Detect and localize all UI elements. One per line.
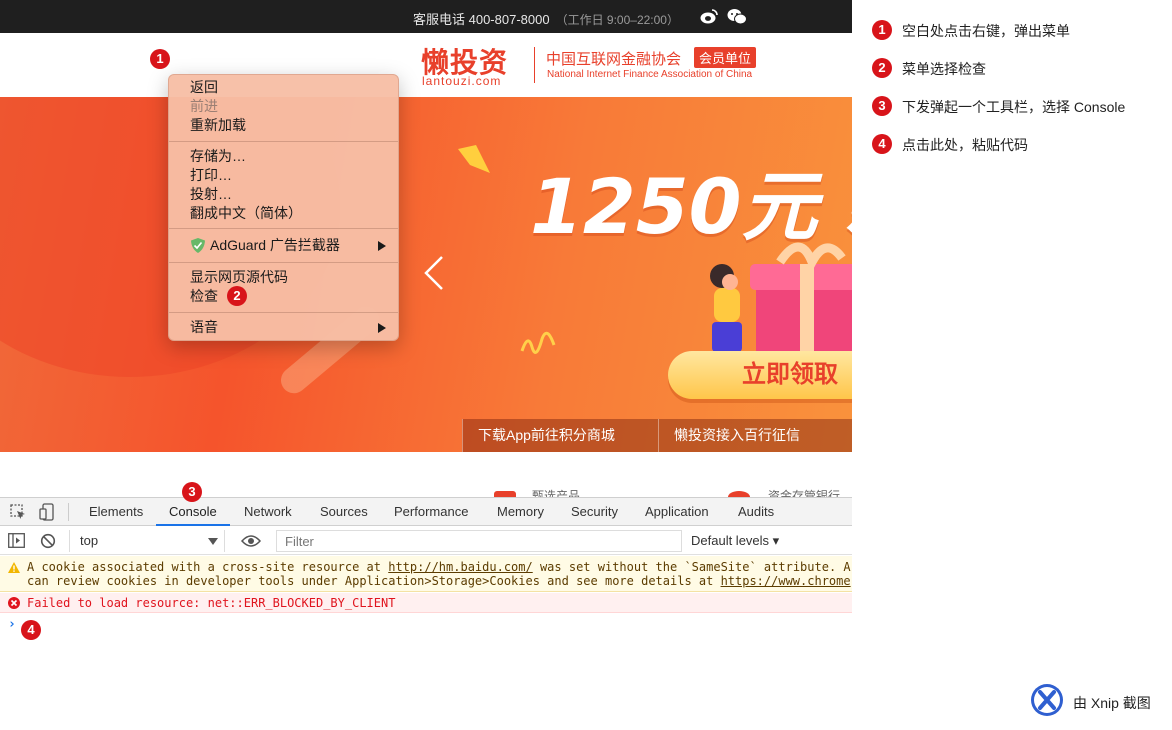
warning-text: was set without the `SameSite` attribute… <box>532 560 851 574</box>
menu-item-save-as[interactable]: 存储为… <box>190 147 246 166</box>
instructions-panel: 1 空白处点击右键，弹出菜单 2 菜单选择检查 3 下发弹起一个工具栏，选择 C… <box>852 0 1172 730</box>
site-logo-domain: lantouzi.com <box>422 74 502 88</box>
log-levels-dropdown[interactable]: Default levels ▾ <box>691 527 779 555</box>
step-number: 3 <box>872 96 892 116</box>
console-filter-input[interactable] <box>276 530 682 552</box>
feature-label[interactable]: 资金存管银行 <box>768 487 840 497</box>
menu-item-cast[interactable]: 投射… <box>190 185 232 204</box>
tab-audits[interactable]: Audits <box>738 498 774 526</box>
logo-divider <box>534 47 535 83</box>
chevron-left-icon[interactable] <box>424 255 444 291</box>
context-menu: 返回 前进 重新加载 存储为… 打印… 投射… 翻成中文（简体） AdGuard… <box>168 74 399 341</box>
menu-separator <box>169 141 398 142</box>
step-text: 下发弹起一个工具栏，选择 Console <box>902 99 1126 115</box>
step-number: 2 <box>872 58 892 78</box>
association-name: 中国互联网金融协会 <box>546 51 682 68</box>
device-toolbar-icon[interactable] <box>39 503 55 521</box>
step-number: 4 <box>872 134 892 154</box>
menu-separator <box>169 262 398 263</box>
step-marker: 4 <box>21 620 41 640</box>
warning-line: can review cookies in developer tools un… <box>27 574 851 588</box>
menu-item-translate[interactable]: 翻成中文（简体） <box>190 204 302 223</box>
menu-item-speech[interactable]: 语音 <box>190 318 218 337</box>
menu-separator <box>169 228 398 229</box>
step-marker: 3 <box>182 482 202 502</box>
warning-link[interactable]: https://www.chrome <box>721 574 851 588</box>
banner-tabs: 下载App前往积分商城 懒投资接入百行征信 <box>462 419 852 452</box>
console-warning-message: A cookie associated with a cross-site re… <box>0 556 852 592</box>
menu-item-adguard[interactable]: AdGuard 广告拦截器 <box>210 236 340 255</box>
menu-separator <box>169 312 398 313</box>
inspect-element-icon[interactable] <box>10 504 26 520</box>
console-toolbar: top Default levels ▾ <box>0 527 852 555</box>
step-marker: 1 <box>150 49 170 69</box>
tab-memory[interactable]: Memory <box>497 498 544 526</box>
tab-elements[interactable]: Elements <box>89 498 143 526</box>
tab-security[interactable]: Security <box>571 498 618 526</box>
confetti-decoration <box>520 331 556 354</box>
step-marker: 2 <box>227 286 247 306</box>
tab-application[interactable]: Application <box>645 498 709 526</box>
console-sidebar-icon[interactable] <box>8 533 25 548</box>
weibo-icon[interactable] <box>700 9 718 24</box>
context-selector-value: top <box>80 533 99 548</box>
menu-item-back[interactable]: 返回 <box>190 78 218 97</box>
tab-network[interactable]: Network <box>244 498 292 526</box>
context-selector[interactable]: top <box>69 530 225 552</box>
submenu-arrow-icon <box>378 323 386 333</box>
step-number: 1 <box>872 20 892 40</box>
shield-icon <box>191 238 205 253</box>
browser-viewport: 客服电话 400-807-8000 （工作日 9:00–22:00） 懒投资 la… <box>0 0 852 730</box>
warning-link[interactable]: http://hm.baidu.com/ <box>388 560 533 574</box>
feature-strip: 甄选产品 资金存管银行 <box>0 452 852 497</box>
warning-line: A cookie associated with a cross-site re… <box>27 560 851 574</box>
banner-tab[interactable]: 下载App前往积分商城 <box>462 419 658 452</box>
screenshot-canvas: 客服电话 400-807-8000 （工作日 9:00–22:00） 懒投资 la… <box>0 0 1172 730</box>
warning-text: A cookie associated with a cross-site re… <box>27 560 389 574</box>
chevron-down-icon <box>208 538 218 545</box>
banner-tab[interactable]: 懒投资接入百行征信 <box>658 419 852 452</box>
member-badge: 会员单位 <box>694 47 757 68</box>
site-header: 懒投资 lantouzi.com 中国互联网金融协会 会员单位 National… <box>0 33 852 97</box>
association-name-en: National Internet Finance Association of… <box>547 69 753 80</box>
step-text: 空白处点击右键，弹出菜单 <box>902 23 1070 39</box>
menu-item-view-source[interactable]: 显示网页源代码 <box>190 268 288 287</box>
menu-item-inspect[interactable]: 检查 <box>190 287 218 306</box>
claim-button[interactable]: 立即领取 <box>668 351 852 399</box>
step-text: 点击此处，粘贴代码 <box>902 137 1028 153</box>
warning-icon <box>8 562 20 573</box>
tab-console[interactable]: Console <box>156 498 230 526</box>
menu-item-reload[interactable]: 重新加载 <box>190 116 246 135</box>
step-text: 菜单选择检查 <box>902 61 986 77</box>
clear-console-icon[interactable] <box>40 533 56 549</box>
menu-item-forward: 前进 <box>190 98 218 114</box>
service-phone: 客服电话 400-807-8000 <box>413 12 550 27</box>
promo-banner[interactable]: 1250元 新 立即领取 下载App前往积分商城 懒投资接入百行征信 <box>0 97 852 452</box>
devtools-tabbar: Elements Console Network Sources Perform… <box>0 498 852 526</box>
console-error-message: Failed to load resource: net::ERR_BLOCKE… <box>0 593 852 613</box>
xnip-caption: 由 Xnip 截图 <box>1073 695 1151 711</box>
service-hours: （工作日 9:00–22:00） <box>555 13 679 27</box>
wechat-icon[interactable] <box>727 8 747 25</box>
error-icon <box>8 597 20 609</box>
xnip-watermark: 由 Xnip 截图 <box>1030 683 1170 719</box>
menu-item-print[interactable]: 打印… <box>190 166 232 185</box>
submenu-arrow-icon <box>378 241 386 251</box>
console-prompt[interactable]: › <box>8 617 16 632</box>
error-text: Failed to load resource: net::ERR_BLOCKE… <box>27 596 396 610</box>
devtools-panel: Elements Console Network Sources Perform… <box>0 497 852 730</box>
confetti-decoration <box>458 145 490 173</box>
warning-text: can review cookies in developer tools un… <box>27 574 721 588</box>
site-topbar: 客服电话 400-807-8000 （工作日 9:00–22:00） <box>0 0 852 33</box>
gift-illustration <box>710 242 852 352</box>
service-info: 客服电话 400-807-8000 （工作日 9:00–22:00） <box>413 9 679 28</box>
eye-icon[interactable] <box>241 534 261 548</box>
feature-label[interactable]: 甄选产品 <box>532 487 580 497</box>
xnip-logo-icon <box>1031 684 1063 716</box>
toolbar-divider <box>68 503 69 521</box>
tab-performance[interactable]: Performance <box>394 498 468 526</box>
tab-sources[interactable]: Sources <box>320 498 368 526</box>
banner-headline: 1250元 新 <box>530 162 852 251</box>
